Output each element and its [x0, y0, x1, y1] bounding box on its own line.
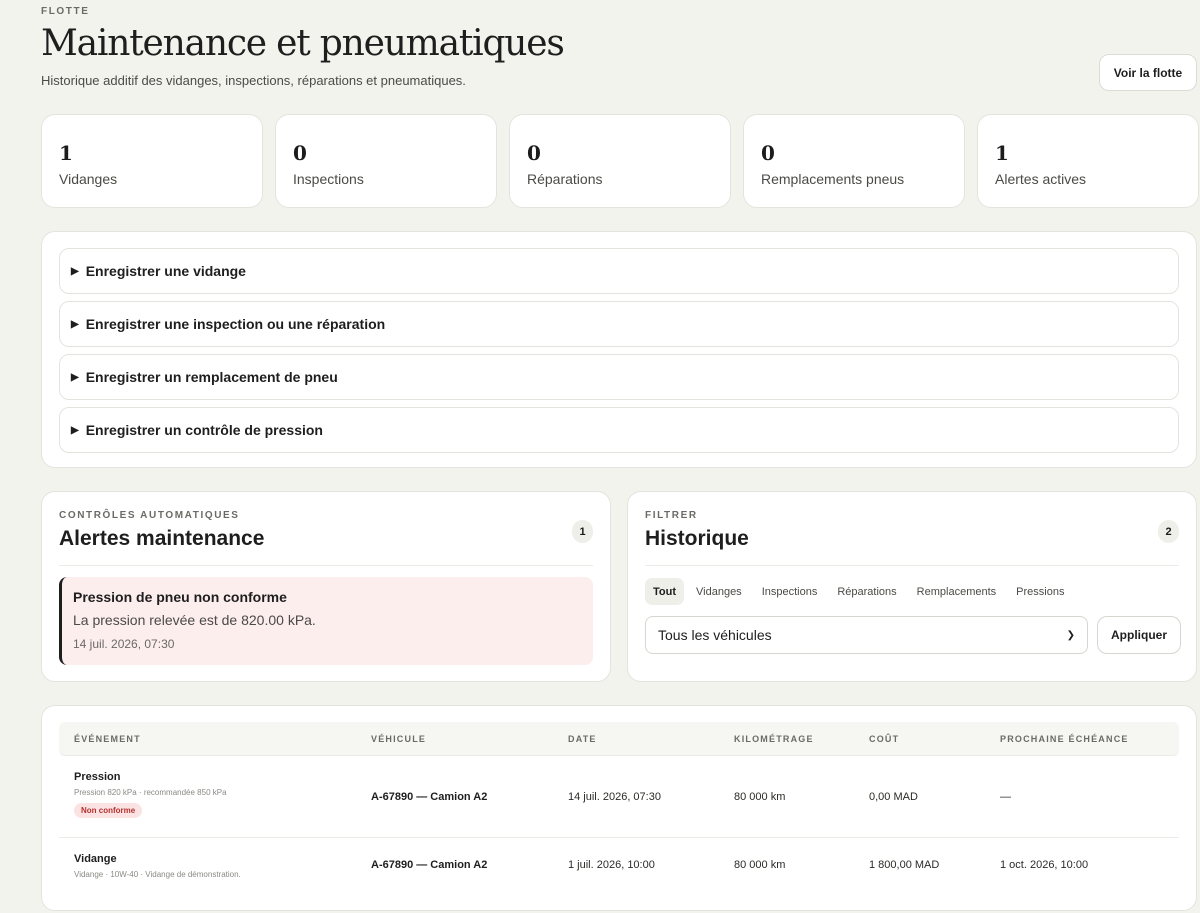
panel-eyebrow: FILTRER [645, 510, 698, 521]
section-eyebrow: FLOTTE [41, 6, 90, 17]
chevron-down-icon: ❯ [1066, 629, 1075, 641]
stat-card-tire-replacements: 0 Remplacements pneus [743, 114, 965, 208]
form-toggle-label: Enregistrer un contrôle de pression [85, 422, 323, 438]
tab-replacements[interactable]: Remplacements [909, 578, 1004, 605]
page-title: Maintenance et pneumatiques [41, 23, 565, 64]
stat-value: 0 [527, 141, 541, 165]
date-cell: 1 juil. 2026, 10:00 [568, 859, 655, 871]
next-due-cell: 1 oct. 2026, 10:00 [1000, 859, 1089, 871]
panel-title: Historique [645, 527, 749, 550]
form-toggle-label: Enregistrer une vidange [85, 263, 246, 279]
record-pressure-check-toggle[interactable]: ▶ Enregistrer un contrôle de pression [59, 407, 1179, 453]
alerts-panel: CONTRÔLES AUTOMATIQUES Alertes maintenan… [41, 491, 611, 682]
divider [645, 565, 1179, 566]
alert-card: Pression de pneu non conforme La pressio… [59, 577, 593, 665]
event-detail: Vidange · 10W-40 · Vidange de démonstrat… [74, 870, 241, 879]
date-cell: 14 juil. 2026, 07:30 [568, 791, 661, 803]
record-forms-card: ▶ Enregistrer une vidange ▶ Enregistrer … [41, 231, 1197, 468]
disclosure-triangle-icon: ▶ [71, 265, 79, 277]
event-title: Pression [74, 771, 121, 783]
cost-cell: 0,00 MAD [869, 791, 918, 803]
table-row: Pression Pression 820 kPa · recommandée … [59, 756, 1179, 838]
disclosure-triangle-icon: ▶ [71, 371, 79, 383]
view-fleet-button[interactable]: Voir la flotte [1099, 54, 1197, 91]
history-count-badge: 2 [1158, 520, 1179, 543]
column-header: KILOMÉTRAGE [734, 734, 814, 744]
mileage-cell: 80 000 km [734, 859, 786, 871]
stat-value: 1 [995, 141, 1009, 165]
event-cell: Vidange Vidange · 10W-40 · Vidange de dé… [74, 853, 241, 879]
stat-card-active-alerts: 1 Alertes actives [977, 114, 1199, 208]
tab-oil-changes[interactable]: Vidanges [688, 578, 750, 605]
vehicle-cell: A-67890 — Camion A2 [371, 791, 488, 803]
panel-eyebrow: CONTRÔLES AUTOMATIQUES [59, 510, 240, 521]
tab-inspections[interactable]: Inspections [754, 578, 826, 605]
alert-message: La pression relevée est de 820.00 kPa. [73, 612, 316, 628]
stat-value: 0 [761, 141, 775, 165]
history-filter-panel: FILTRER Historique 2 Tout Vidanges Inspe… [627, 491, 1197, 682]
record-inspection-toggle[interactable]: ▶ Enregistrer une inspection ou une répa… [59, 301, 1179, 347]
stats-row: 1 Vidanges 0 Inspections 0 Réparations 0… [41, 114, 1199, 208]
stat-card-inspections: 0 Inspections [275, 114, 497, 208]
next-due-cell: — [1000, 791, 1011, 803]
column-header: DATE [568, 734, 597, 744]
stat-value: 0 [293, 141, 307, 165]
mileage-cell: 80 000 km [734, 791, 786, 803]
panel-title: Alertes maintenance [59, 527, 265, 550]
stat-label: Remplacements pneus [761, 171, 905, 187]
status-badge: Non conforme [74, 803, 143, 818]
event-detail: Pression 820 kPa · recommandée 850 kPa [74, 788, 227, 797]
history-tabs: Tout Vidanges Inspections Réparations Re… [645, 578, 1072, 605]
record-oil-change-toggle[interactable]: ▶ Enregistrer une vidange [59, 248, 1179, 294]
table-row: Vidange Vidange · 10W-40 · Vidange de dé… [59, 838, 1179, 894]
form-toggle-label: Enregistrer une inspection ou une répara… [85, 316, 386, 332]
history-table: ÉVÉNEMENT VÉHICULE DATE KILOMÉTRAGE COÛT… [41, 705, 1197, 911]
page-header: FLOTTE Maintenance et pneumatiques Histo… [41, 6, 1159, 88]
table-header: ÉVÉNEMENT VÉHICULE DATE KILOMÉTRAGE COÛT… [59, 722, 1179, 756]
record-tire-replacement-toggle[interactable]: ▶ Enregistrer un remplacement de pneu [59, 354, 1179, 400]
event-title: Vidange [74, 853, 117, 865]
stat-label: Vidanges [59, 171, 118, 187]
stat-card-reparations: 0 Réparations [509, 114, 731, 208]
tab-pressures[interactable]: Pressions [1008, 578, 1072, 605]
stat-label: Réparations [527, 171, 603, 187]
vehicle-cell: A-67890 — Camion A2 [371, 859, 488, 871]
stat-card-vidanges: 1 Vidanges [41, 114, 263, 208]
cost-cell: 1 800,00 MAD [869, 859, 940, 871]
tab-all[interactable]: Tout [645, 578, 685, 605]
stat-label: Inspections [293, 171, 364, 187]
alert-title: Pression de pneu non conforme [73, 589, 287, 605]
column-header: ÉVÉNEMENT [74, 734, 141, 744]
alert-count-badge: 1 [572, 520, 593, 543]
column-header: VÉHICULE [371, 734, 427, 744]
tab-repairs[interactable]: Réparations [829, 578, 904, 605]
event-cell: Pression Pression 820 kPa · recommandée … [74, 771, 227, 818]
page-subtitle: Historique additif des vidanges, inspect… [41, 73, 466, 88]
column-header: COÛT [869, 734, 900, 744]
stat-value: 1 [59, 141, 73, 165]
apply-filter-button[interactable]: Appliquer [1097, 616, 1181, 654]
vehicle-select-value: Tous les véhicules [658, 627, 772, 643]
form-toggle-label: Enregistrer un remplacement de pneu [85, 369, 338, 385]
divider [59, 565, 593, 566]
column-header: PROCHAINE ÉCHÉANCE [1000, 734, 1129, 744]
stat-label: Alertes actives [995, 171, 1087, 187]
disclosure-triangle-icon: ▶ [71, 424, 79, 436]
disclosure-triangle-icon: ▶ [71, 318, 79, 330]
vehicle-select[interactable]: Tous les véhicules ❯ [645, 616, 1088, 654]
alert-timestamp: 14 juil. 2026, 07:30 [73, 637, 175, 651]
